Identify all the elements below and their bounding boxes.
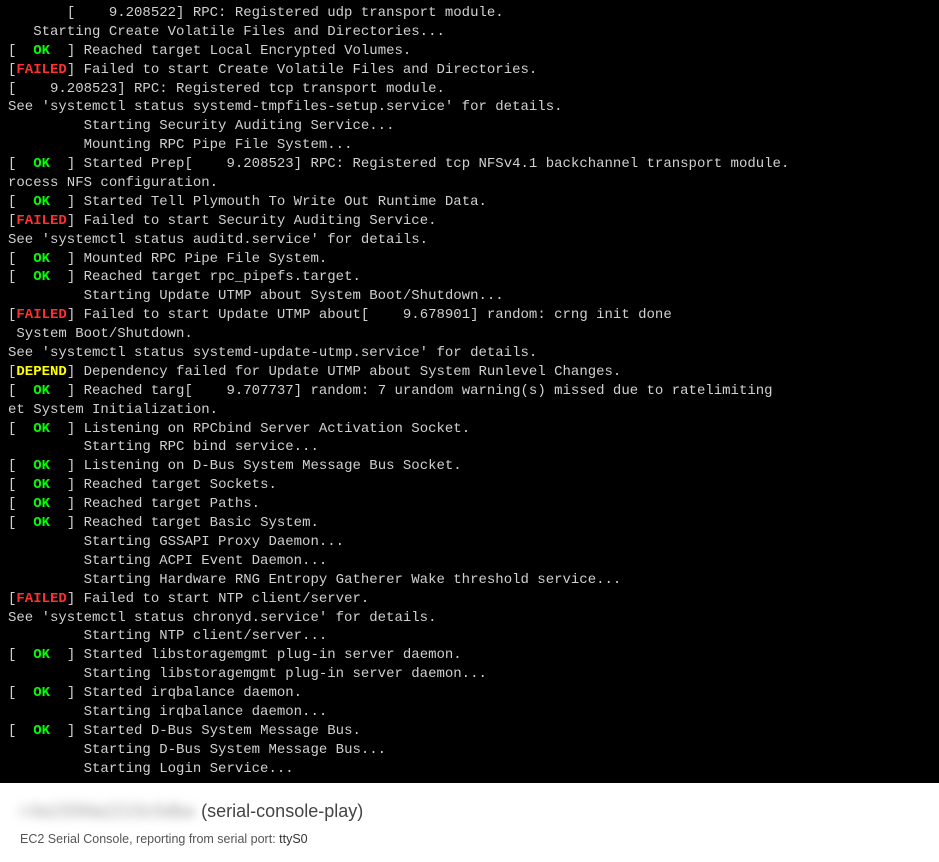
console-line: [ OK ] Reached target rpc_pipefs.target. — [8, 268, 931, 287]
serial-port-value: ttyS0 — [279, 832, 308, 846]
console-line: See 'systemctl status auditd.service' fo… — [8, 231, 931, 250]
console-line: Mounting RPC Pipe File System... — [8, 136, 931, 155]
console-line: See 'systemctl status systemd-update-utm… — [8, 344, 931, 363]
status-failed: FAILED — [16, 213, 66, 229]
console-line: [ OK ] Reached target Basic System. — [8, 514, 931, 533]
console-line: [ OK ] Listening on RPCbind Server Activ… — [8, 420, 931, 439]
console-line: [DEPEND] Dependency failed for Update UT… — [8, 363, 931, 382]
console-line: [ 9.208522] RPC: Registered udp transpor… — [8, 4, 931, 23]
instance-title: i-0a155fda2215c5dba (serial-console-play… — [20, 801, 919, 822]
console-line: [FAILED] Failed to start Create Volatile… — [8, 61, 931, 80]
status-failed: FAILED — [16, 307, 66, 323]
console-line: Starting ACPI Event Daemon... — [8, 552, 931, 571]
console-line: [ OK ] Started Prep[ 9.208523] RPC: Regi… — [8, 155, 931, 174]
status-depend: DEPEND — [16, 364, 66, 380]
console-line: [FAILED] Failed to start Update UTMP abo… — [8, 306, 931, 325]
status-ok: OK — [16, 251, 66, 267]
console-line: [FAILED] Failed to start Security Auditi… — [8, 212, 931, 231]
console-line: [ OK ] Reached target Paths. — [8, 495, 931, 514]
status-ok: OK — [16, 156, 66, 172]
console-line: [ OK ] Started Tell Plymouth To Write Ou… — [8, 193, 931, 212]
status-failed: FAILED — [16, 62, 66, 78]
console-line: [ OK ] Reached targ[ 9.707737] random: 7… — [8, 382, 931, 401]
status-ok: OK — [16, 723, 66, 739]
status-ok: OK — [16, 496, 66, 512]
status-ok: OK — [16, 194, 66, 210]
console-line: [FAILED] Failed to start NTP client/serv… — [8, 590, 931, 609]
status-failed: FAILED — [16, 591, 66, 607]
console-line: Starting Security Auditing Service... — [8, 117, 931, 136]
console-line: Starting GSSAPI Proxy Daemon... — [8, 533, 931, 552]
console-line: [ OK ] Reached target Sockets. — [8, 476, 931, 495]
console-line: Starting Update UTMP about System Boot/S… — [8, 287, 931, 306]
console-line: Starting libstoragemgmt plug-in server d… — [8, 665, 931, 684]
status-ok: OK — [16, 43, 66, 59]
status-ok: OK — [16, 458, 66, 474]
console-footer: i-0a155fda2215c5dba (serial-console-play… — [0, 783, 939, 858]
console-line: [ OK ] Started irqbalance daemon. — [8, 684, 931, 703]
status-ok: OK — [16, 477, 66, 493]
console-line: Starting Hardware RNG Entropy Gatherer W… — [8, 571, 931, 590]
status-ok: OK — [16, 685, 66, 701]
console-line: Starting Login Service... — [8, 760, 931, 779]
status-ok: OK — [16, 647, 66, 663]
status-ok: OK — [16, 515, 66, 531]
console-line: [ OK ] Mounted RPC Pipe File System. — [8, 250, 931, 269]
console-line: [ OK ] Started D-Bus System Message Bus. — [8, 722, 931, 741]
console-line: See 'systemctl status systemd-tmpfiles-s… — [8, 98, 931, 117]
console-line: et System Initialization. — [8, 401, 931, 420]
console-line: [ 9.208523] RPC: Registered tcp transpor… — [8, 80, 931, 99]
console-line: [ OK ] Reached target Local Encrypted Vo… — [8, 42, 931, 61]
serial-console-terminal[interactable]: [ 9.208522] RPC: Registered udp transpor… — [0, 0, 939, 783]
console-line: System Boot/Shutdown. — [8, 325, 931, 344]
console-line: See 'systemctl status chronyd.service' f… — [8, 609, 931, 628]
status-ok: OK — [16, 269, 66, 285]
console-line: Starting irqbalance daemon... — [8, 703, 931, 722]
console-line: Starting D-Bus System Message Bus... — [8, 741, 931, 760]
console-line: Starting NTP client/server... — [8, 627, 931, 646]
console-line: rocess NFS configuration. — [8, 174, 931, 193]
status-ok: OK — [16, 421, 66, 437]
console-line: Starting RPC bind service... — [8, 438, 931, 457]
console-line: Starting Create Volatile Files and Direc… — [8, 23, 931, 42]
instance-name: (serial-console-play) — [201, 801, 363, 821]
console-line: [ OK ] Started libstoragemgmt plug-in se… — [8, 646, 931, 665]
status-ok: OK — [16, 383, 66, 399]
instance-id-blurred: i-0a155fda2215c5dba — [20, 801, 194, 822]
console-port-label: EC2 Serial Console, reporting from seria… — [20, 832, 919, 846]
console-line: [ OK ] Listening on D-Bus System Message… — [8, 457, 931, 476]
